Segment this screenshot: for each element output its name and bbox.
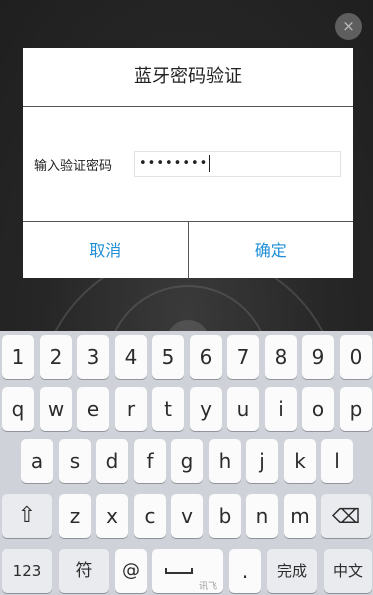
key-k[interactable]: k xyxy=(284,439,316,483)
space-bar-icon xyxy=(165,568,193,574)
space-key[interactable]: 讯飞 xyxy=(152,549,223,593)
password-label: 输入验证密码 xyxy=(34,159,113,174)
dialog-buttons: 取消 确定 xyxy=(23,222,353,279)
shift-icon[interactable]: ⇧ xyxy=(2,494,52,538)
key-8[interactable]: 8 xyxy=(265,335,297,379)
key-1[interactable]: 1 xyxy=(2,335,34,379)
key-s[interactable]: s xyxy=(59,439,91,483)
password-input[interactable]: •••••••• xyxy=(134,151,341,177)
key-5[interactable]: 5 xyxy=(152,335,184,379)
key-a[interactable]: a xyxy=(21,439,53,483)
key-9[interactable]: 9 xyxy=(302,335,334,379)
key-x[interactable]: x xyxy=(96,494,128,538)
key-o[interactable]: o xyxy=(302,387,334,431)
key-m[interactable]: m xyxy=(284,494,316,538)
key-z[interactable]: z xyxy=(59,494,91,538)
key-0[interactable]: 0 xyxy=(340,335,372,379)
dialog-body: 输入验证密码 •••••••• xyxy=(23,107,353,222)
key-j[interactable]: j xyxy=(246,439,278,483)
text-caret xyxy=(209,155,211,172)
key-w[interactable]: w xyxy=(40,387,72,431)
key-e[interactable]: e xyxy=(77,387,109,431)
key-r[interactable]: r xyxy=(115,387,147,431)
key-t[interactable]: t xyxy=(152,387,184,431)
key-v[interactable]: v xyxy=(171,494,203,538)
key-h[interactable]: h xyxy=(209,439,241,483)
cancel-button[interactable]: 取消 xyxy=(23,222,189,279)
key-q[interactable]: q xyxy=(2,387,34,431)
chinese-input-key[interactable]: 中文 xyxy=(324,549,372,593)
key-u[interactable]: u xyxy=(227,387,259,431)
key-g[interactable]: g xyxy=(171,439,203,483)
at-key[interactable]: @ xyxy=(115,549,147,593)
key-n[interactable]: n xyxy=(246,494,278,538)
password-dots: •••••••• xyxy=(139,156,209,171)
password-value: •••••••• xyxy=(139,154,211,174)
backspace-icon[interactable]: ⌫ xyxy=(321,494,371,538)
space-brand-label: 讯飞 xyxy=(198,582,217,592)
key-f[interactable]: f xyxy=(134,439,166,483)
key-l[interactable]: l xyxy=(321,439,353,483)
close-icon[interactable]: × xyxy=(335,13,362,40)
key-2[interactable]: 2 xyxy=(40,335,72,379)
key-i[interactable]: i xyxy=(265,387,297,431)
numbers-key[interactable]: 123 xyxy=(2,549,52,593)
key-3[interactable]: 3 xyxy=(77,335,109,379)
key-4[interactable]: 4 xyxy=(115,335,147,379)
key-d[interactable]: d xyxy=(96,439,128,483)
period-key[interactable]: . xyxy=(229,549,261,593)
key-p[interactable]: p xyxy=(340,387,372,431)
dialog-title: 蓝牙密码验证 xyxy=(23,48,353,107)
key-y[interactable]: y xyxy=(190,387,222,431)
keyboard: 1 2 3 4 5 6 7 8 9 0 q w e r t y u i o p … xyxy=(0,331,373,595)
symbols-key[interactable]: 符 xyxy=(59,549,109,593)
key-b[interactable]: b xyxy=(209,494,241,538)
done-key[interactable]: 完成 xyxy=(267,549,317,593)
key-7[interactable]: 7 xyxy=(227,335,259,379)
bluetooth-password-dialog: 蓝牙密码验证 输入验证密码 •••••••• 取消 确定 xyxy=(23,48,353,279)
confirm-button[interactable]: 确定 xyxy=(189,222,354,279)
key-6[interactable]: 6 xyxy=(190,335,222,379)
key-c[interactable]: c xyxy=(134,494,166,538)
